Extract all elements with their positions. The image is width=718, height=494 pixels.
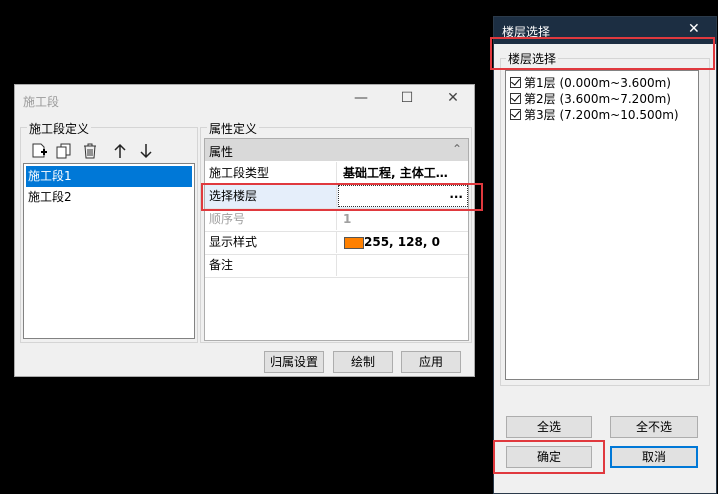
property-name: 显示样式 (205, 231, 337, 253)
floor-list: 第1层 (0.000m~3.600m) 第2层 (3.600m~7.200m) … (505, 70, 699, 380)
checkbox[interactable] (510, 76, 521, 88)
property-value: 1 (343, 212, 352, 226)
segment-group-label: 施工段定义 (27, 120, 92, 137)
arrow-down-icon (140, 144, 152, 159)
highlight-floor-group (490, 37, 715, 70)
copy-icon (56, 143, 71, 159)
select-none-button[interactable]: 全不选 (610, 416, 698, 438)
minimize-button[interactable]: — (350, 89, 372, 107)
close-button[interactable]: ✕ (442, 89, 464, 107)
apply-button[interactable]: 应用 (401, 351, 461, 373)
close-button[interactable]: ✕ (688, 21, 700, 37)
add-segment-button[interactable] (29, 141, 49, 161)
property-name: 备注 (205, 254, 337, 276)
property-value[interactable]: 基础工程, 主体工… (338, 162, 468, 184)
property-grid: 属性 ⌃ 施工段类型 基础工程, 主体工… 选择楼层 ... 顺序号 1 显示样… (204, 138, 469, 341)
delete-segment-button[interactable] (80, 141, 100, 161)
move-up-button[interactable] (110, 141, 130, 161)
property-header[interactable]: 属性 ⌃ (205, 139, 468, 161)
assign-button[interactable]: 归属设置 (264, 351, 324, 373)
floor-label: 第1层 (0.000m~3.600m) (524, 75, 671, 90)
copy-segment-button[interactable] (54, 141, 74, 161)
property-header-label: 属性 (209, 145, 234, 159)
style-color-text: 255, 128, 0 (364, 235, 440, 249)
select-all-button[interactable]: 全选 (506, 416, 592, 438)
checkbox[interactable] (510, 108, 521, 120)
floor-item[interactable]: 第1层 (0.000m~3.600m) (510, 74, 671, 90)
property-row-remark[interactable]: 备注 (205, 254, 468, 278)
move-down-button[interactable] (136, 141, 156, 161)
property-value[interactable] (338, 254, 468, 276)
floor-label: 第2层 (3.600m~7.200m) (524, 91, 671, 106)
collapse-icon[interactable]: ⌃ (452, 142, 462, 156)
delete-icon (84, 143, 96, 159)
property-name: 顺序号 (205, 208, 337, 230)
segment-item[interactable]: 施工段1 (26, 166, 192, 187)
property-row-style[interactable]: 显示样式 255, 128, 0 (205, 231, 468, 255)
arrow-up-icon (114, 143, 126, 158)
draw-button[interactable]: 绘制 (333, 351, 393, 373)
checkbox[interactable] (510, 92, 521, 104)
property-group-label: 属性定义 (207, 120, 260, 137)
maximize-button[interactable]: ☐ (396, 89, 418, 107)
floor-label: 第3层 (7.200m~10.500m) (524, 107, 679, 122)
highlight-floor-row (201, 183, 483, 211)
cancel-button[interactable]: 取消 (610, 446, 698, 468)
floor-item[interactable]: 第2层 (3.600m~7.200m) (510, 90, 671, 106)
add-icon (32, 143, 47, 158)
segment-list[interactable]: 施工段1 施工段2 (23, 163, 195, 339)
dialog-title: 施工段 (23, 95, 60, 109)
floor-item[interactable]: 第3层 (7.200m~10.500m) (510, 106, 679, 122)
property-value[interactable]: 255, 128, 0 (338, 231, 468, 253)
color-swatch (344, 237, 364, 249)
floor-select-dialog: 楼层选择 ✕ 楼层选择 第1层 (0.000m~3.600m) 第2层 (3.6… (493, 16, 717, 494)
highlight-ok-button (493, 440, 605, 474)
segment-item[interactable]: 施工段2 (26, 187, 192, 208)
segment-dialog: 施工段 — ☐ ✕ 施工段定义 施工段1 施工段2 属性定义 属性 ⌃ 施工段类… (14, 84, 475, 377)
property-name: 施工段类型 (205, 162, 337, 184)
property-row-order[interactable]: 顺序号 1 (205, 208, 468, 232)
